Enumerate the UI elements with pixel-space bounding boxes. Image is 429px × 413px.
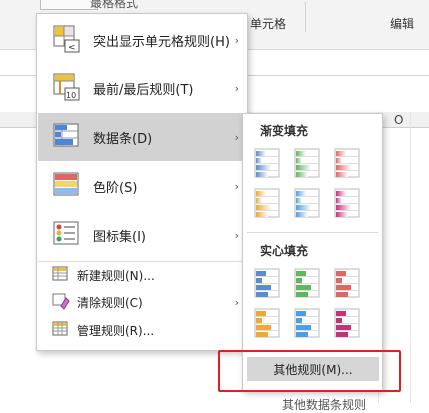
- solid-databar-purple[interactable]: [334, 308, 360, 338]
- data-bars-icon: [52, 121, 82, 154]
- ribbon-group-cells: 单元格: [250, 17, 287, 31]
- menu-item-manage-rules[interactable]: 管理规则(R)...: [38, 318, 247, 343]
- gradient-databar-green[interactable]: [294, 148, 320, 178]
- menu-item-top-bottom-rules[interactable]: 10 最前/最后规则(T) ›: [38, 64, 247, 112]
- menu-item-label: 管理规则(R)...: [77, 324, 155, 338]
- gradient-fill-heading: 渐变填充: [260, 124, 309, 138]
- ribbon-group-edit: 编辑: [390, 17, 415, 31]
- ribbon-separator: [305, 2, 306, 32]
- chevron-right-icon: ›: [234, 33, 239, 47]
- solid-databar-orange[interactable]: [254, 308, 280, 338]
- gradient-databar-light-blue[interactable]: [294, 188, 320, 218]
- chevron-right-icon: ›: [234, 228, 239, 242]
- new-rule-icon: [52, 265, 70, 286]
- menu-item-highlight-rules[interactable]: < 突出显示单元格规则(H) ›: [38, 16, 247, 64]
- solid-fill-heading: 实心填充: [260, 244, 309, 258]
- menu-item-label: 清除规则(C): [77, 296, 143, 310]
- solid-databar-red[interactable]: [334, 268, 360, 298]
- clear-rules-icon: [52, 292, 70, 313]
- ribbon-cut-text: 最格格式: [90, 0, 139, 10]
- menu-item-data-bars[interactable]: 数据条(D) ›: [38, 113, 247, 161]
- menu-item-icon-sets[interactable]: 图标集(I) ›: [38, 211, 247, 259]
- menu-separator: [38, 261, 247, 262]
- gradient-databar-purple[interactable]: [334, 188, 360, 218]
- menu-item-label: 突出显示单元格规则(H): [93, 34, 230, 50]
- gradient-databar-red[interactable]: [334, 148, 360, 178]
- solid-databar-green[interactable]: [294, 268, 320, 298]
- conditional-format-menu: < 突出显示单元格规则(H) › 10 最前/最后规则(T) › 数据条(D) …: [36, 13, 248, 351]
- menu-item-label: 新建规则(N)...: [77, 269, 155, 283]
- top-bottom-rules-icon: 10: [52, 72, 82, 105]
- chevron-right-icon: ›: [234, 179, 239, 193]
- menu-item-label: 数据条(D): [93, 131, 153, 147]
- grid-line: [410, 112, 411, 403]
- highlight-annotation-box: [218, 350, 401, 392]
- gradient-databar-orange[interactable]: [254, 188, 280, 218]
- gradient-databar-blue[interactable]: [254, 148, 280, 178]
- chevron-right-icon: ›: [234, 81, 239, 95]
- manage-rules-icon: [52, 320, 70, 341]
- submenu-separator: [247, 232, 378, 233]
- menu-item-clear-rules[interactable]: 清除规则(C) ›: [38, 290, 247, 315]
- solid-databar-light-blue[interactable]: [294, 308, 320, 338]
- chevron-right-icon: ›: [234, 296, 239, 309]
- menu-item-label: 最前/最后规则(T): [93, 82, 194, 98]
- chevron-right-icon: ›: [234, 130, 239, 144]
- column-letter-o[interactable]: O: [394, 113, 403, 127]
- solid-databar-blue[interactable]: [254, 268, 280, 298]
- icon-sets-icon: [52, 219, 82, 252]
- highlight-rules-icon: <: [52, 24, 82, 57]
- menu-item-label: 图标集(I): [93, 229, 146, 245]
- svg-text:<: <: [68, 43, 76, 53]
- color-scales-icon: [52, 170, 82, 203]
- menu-item-new-rule[interactable]: 新建规则(N)...: [38, 263, 247, 288]
- svg-text:10: 10: [66, 91, 76, 100]
- cut-off-tooltip-text: 其他数据条规则: [282, 398, 367, 412]
- menu-item-color-scales[interactable]: 色阶(S) ›: [38, 162, 247, 210]
- menu-item-label: 色阶(S): [93, 180, 138, 196]
